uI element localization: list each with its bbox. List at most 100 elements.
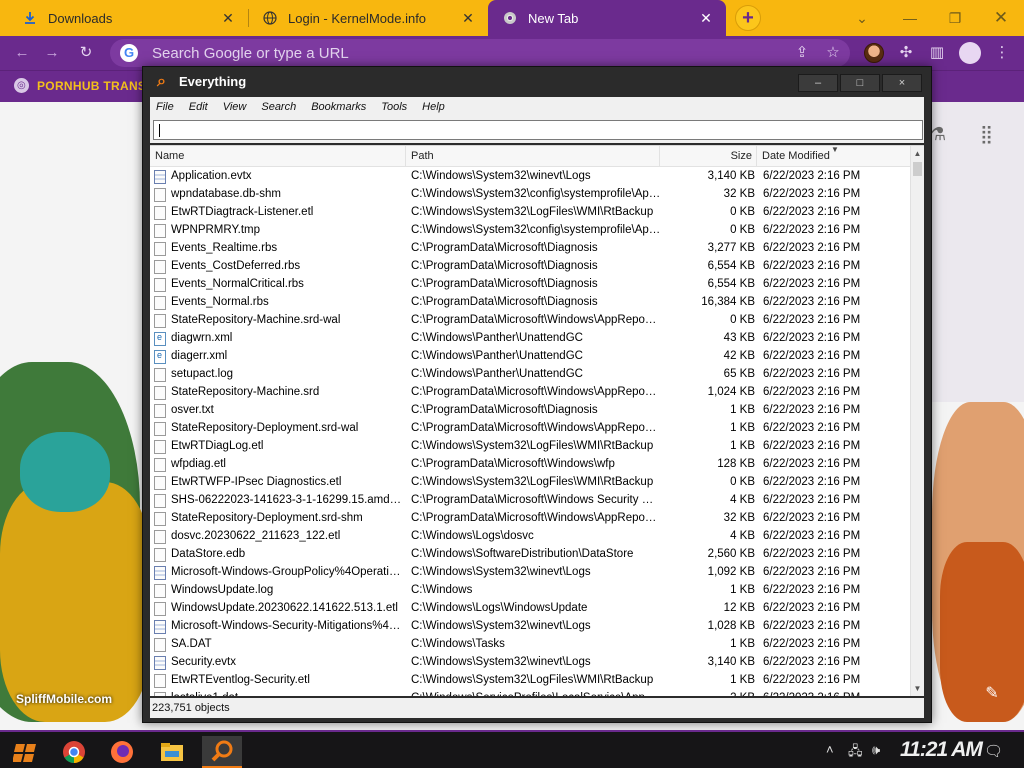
flask-icon[interactable]: ⚗	[930, 124, 952, 146]
file-name: wfpdiag.etl	[171, 458, 226, 470]
share-icon[interactable]: ⇪	[792, 43, 812, 63]
menu-kebab-icon[interactable]: ⋮	[992, 43, 1012, 63]
tray-chevron-icon[interactable]: ˄	[826, 742, 834, 757]
result-row[interactable]: Microsoft-Windows-Security-Mitigations%4…	[150, 618, 910, 636]
customize-pencil-icon[interactable]: ✎	[980, 682, 1004, 706]
reload-icon[interactable]: ↻	[76, 43, 96, 63]
result-row[interactable]: SA.DAT C:\Windows\Tasks 1 KB 6/22/2023 2:16…	[150, 636, 910, 654]
menu-search[interactable]: Search	[261, 101, 296, 113]
restore-icon[interactable]: ❐	[943, 6, 967, 30]
apps-grid-icon[interactable]: ⣿	[980, 124, 1002, 146]
tab-downloads[interactable]: Downloads ✕	[8, 0, 248, 36]
result-row[interactable]: diagwrn.xml C:\Windows\Panther\UnattendGC…	[150, 330, 910, 348]
menu-file[interactable]: File	[156, 101, 174, 113]
file-path: C:\ProgramData\Microsoft\Windows\AppRepo…	[411, 512, 661, 524]
result-row[interactable]: dosvc.20230622_211623_122.etl C:\Windows\…	[150, 528, 910, 546]
google-icon: G	[120, 44, 138, 62]
close-tab-icon[interactable]: ✕	[220, 10, 236, 26]
new-tab-button[interactable]: +	[735, 5, 761, 31]
address-bar[interactable]: G Search Google or type a URL	[110, 39, 850, 67]
file-name: StateRepository-Deployment.srd-shm	[171, 512, 363, 524]
extension-avatar-icon[interactable]	[864, 43, 884, 63]
close-tab-icon[interactable]: ✕	[460, 10, 476, 26]
file-icon	[154, 260, 166, 274]
file-date-modified: 6/22/2023 2:16 PM	[763, 638, 861, 650]
result-row[interactable]: StateRepository-Machine.srd C:\ProgramDat…	[150, 384, 910, 402]
forward-arrow-icon[interactable]: →	[42, 43, 62, 63]
result-row[interactable]: EtwRTDiagtrack-Listener.etl C:\Windows\Sy…	[150, 204, 910, 222]
result-row[interactable]: wfpdiag.etl C:\ProgramData\Microsoft\Wind…	[150, 456, 910, 474]
file-date-modified: 6/22/2023 2:16 PM	[763, 422, 861, 434]
start-icon[interactable]	[6, 736, 46, 768]
result-row[interactable]: StateRepository-Deployment.srd-shm C:\Pro…	[150, 510, 910, 528]
file-name: Application.evtx	[171, 170, 252, 182]
file-explorer-icon[interactable]	[152, 736, 192, 768]
menu-view[interactable]: View	[223, 101, 247, 113]
scroll-up-arrow-icon[interactable]: ▲	[911, 146, 924, 162]
tab-search-chevron-icon[interactable]: ⌄	[850, 6, 874, 30]
scroll-down-arrow-icon[interactable]: ▼	[911, 681, 924, 696]
result-row[interactable]: Events_NormalCritical.rbs C:\ProgramData\…	[150, 276, 910, 294]
menu-help[interactable]: Help	[422, 101, 445, 113]
search-input[interactable]	[153, 120, 923, 140]
result-row[interactable]: WindowsUpdate.20230622.141622.513.1.etl C…	[150, 600, 910, 618]
result-row[interactable]: Security.evtx C:\Windows\System32\winevt\…	[150, 654, 910, 672]
file-name: Microsoft-Windows-Security-Mitigations%4…	[171, 620, 403, 632]
file-icon	[154, 458, 166, 472]
bookmark-item[interactable]: ◎ PORNHUB TRANS	[14, 78, 146, 93]
back-arrow-icon[interactable]: ←	[12, 43, 32, 63]
minimize-button[interactable]: –	[798, 74, 838, 92]
result-row[interactable]: diagerr.xml C:\Windows\Panther\UnattendGC…	[150, 348, 910, 366]
minimize-icon[interactable]: —	[898, 6, 922, 30]
column-size[interactable]: Size	[660, 146, 757, 167]
result-row[interactable]: wpndatabase.db-shm C:\Windows\System32\co…	[150, 186, 910, 204]
menu-bookmarks[interactable]: Bookmarks	[311, 101, 366, 113]
result-row[interactable]: Events_Realtime.rbs C:\ProgramData\Micros…	[150, 240, 910, 258]
notifications-icon[interactable]: 🗨	[984, 742, 1003, 760]
result-row[interactable]: EtwRTDiagLog.etl C:\Windows\System32\LogF…	[150, 438, 910, 456]
taskbar-clock[interactable]: 11:21 AM	[900, 738, 983, 762]
firefox-taskbar-icon[interactable]	[102, 736, 142, 768]
everything-taskbar-icon[interactable]	[202, 736, 242, 768]
maximize-button[interactable]: □	[840, 74, 880, 92]
result-row[interactable]: Events_CostDeferred.rbs C:\ProgramData\Mi…	[150, 258, 910, 276]
volume-icon[interactable]: 🕪	[872, 742, 880, 758]
result-row[interactable]: lastalive1.dat C:\Windows\ServiceProfiles…	[150, 690, 910, 696]
result-row[interactable]: SHS-06222023-141623-3-1-16299.15.amd64f.…	[150, 492, 910, 510]
result-row[interactable]: WPNPRMRY.tmp C:\Windows\System32\config\s…	[150, 222, 910, 240]
result-row[interactable]: WindowsUpdate.log C:\Windows 1 KB 6/22/2023…	[150, 582, 910, 600]
everything-titlebar[interactable]: ⌕ Everything – □ ×	[143, 67, 931, 97]
wallpaper-figure-hair	[20, 432, 110, 512]
result-row[interactable]: EtwRTEventlog-Security.etl C:\Windows\Sys…	[150, 672, 910, 690]
extensions-puzzle-icon[interactable]: ✣	[896, 43, 916, 63]
file-size: 2 KB	[665, 692, 755, 696]
file-date-modified: 6/22/2023 2:16 PM	[763, 656, 861, 668]
menu-tools[interactable]: Tools	[381, 101, 407, 113]
result-row[interactable]: DataStore.edb C:\Windows\SoftwareDistribu…	[150, 546, 910, 564]
download-icon	[22, 10, 38, 26]
result-row[interactable]: Events_Normal.rbs C:\ProgramData\Microsof…	[150, 294, 910, 312]
close-window-icon[interactable]: ✕	[989, 6, 1013, 30]
result-row[interactable]: StateRepository-Machine.srd-wal C:\Progra…	[150, 312, 910, 330]
file-path: C:\ProgramData\Microsoft\Diagnosis	[411, 260, 598, 272]
tab-new-tab[interactable]: New Tab ✕	[488, 0, 726, 36]
column-path[interactable]: Path	[406, 146, 660, 167]
vertical-scrollbar[interactable]: ▲ ▼	[910, 146, 924, 696]
tab-login[interactable]: Login - KernelMode.info ✕	[248, 0, 488, 36]
side-panel-icon[interactable]: ▥	[927, 43, 947, 63]
result-row[interactable]: StateRepository-Deployment.srd-wal C:\Pro…	[150, 420, 910, 438]
network-icon[interactable]: 🖧	[848, 742, 863, 764]
close-tab-icon[interactable]: ✕	[698, 10, 714, 26]
result-row[interactable]: Microsoft-Windows-GroupPolicy%4Operation…	[150, 564, 910, 582]
profile-avatar-icon[interactable]	[959, 42, 981, 64]
result-row[interactable]: setupact.log C:\Windows\Panther\UnattendG…	[150, 366, 910, 384]
result-row[interactable]: EtwRTWFP-IPsec Diagnostics.etl C:\Windows…	[150, 474, 910, 492]
scrollbar-thumb[interactable]	[913, 162, 922, 176]
menu-edit[interactable]: Edit	[189, 101, 208, 113]
column-name[interactable]: Name	[150, 146, 406, 167]
chrome-taskbar-icon[interactable]	[54, 736, 94, 768]
bookmark-star-icon[interactable]: ☆	[823, 43, 843, 63]
close-button[interactable]: ×	[882, 74, 922, 92]
result-row[interactable]: osver.txt C:\ProgramData\Microsoft\Diagno…	[150, 402, 910, 420]
result-row[interactable]: Application.evtx C:\Windows\System32\wine…	[150, 168, 910, 186]
